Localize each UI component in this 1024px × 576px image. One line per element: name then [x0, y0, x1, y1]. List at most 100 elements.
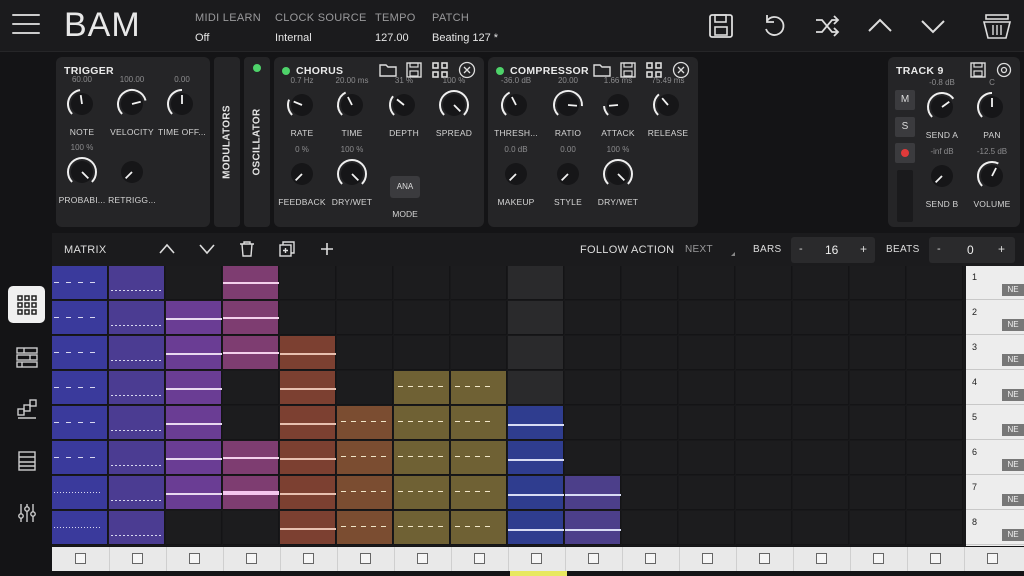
bars-increment-button[interactable]: +: [860, 242, 867, 256]
knob-dry-wet[interactable]: 100 % DRY/WET: [322, 145, 382, 211]
clip-slot[interactable]: [394, 336, 450, 370]
chevron-down-icon[interactable]: [198, 241, 216, 257]
clip-slot[interactable]: [508, 336, 564, 370]
clip-slot[interactable]: [166, 266, 222, 300]
clip-slot[interactable]: [622, 371, 678, 405]
next-action-badge[interactable]: NE: [1002, 354, 1024, 366]
scene-checkbox[interactable]: [816, 553, 827, 564]
clip-slot[interactable]: [52, 371, 108, 405]
clip-slot[interactable]: [679, 371, 735, 405]
clip-slot[interactable]: [394, 441, 450, 475]
clip-slot[interactable]: [337, 476, 393, 510]
clip-slot[interactable]: [337, 371, 393, 405]
clip-slot[interactable]: [736, 476, 792, 510]
clip-slot[interactable]: [280, 301, 336, 335]
follow-action-select[interactable]: NEXT: [685, 244, 713, 255]
clip-slot[interactable]: [565, 266, 621, 300]
clip-slot[interactable]: [280, 441, 336, 475]
next-action-badge[interactable]: NE: [1002, 284, 1024, 296]
beats-decrement-button[interactable]: -: [937, 243, 941, 255]
clip-slot[interactable]: [565, 301, 621, 335]
next-action-badge[interactable]: NE: [1002, 319, 1024, 331]
clip-slot[interactable]: [394, 511, 450, 545]
track-row[interactable]: 8 NE: [966, 511, 1024, 545]
clip-slot[interactable]: [394, 371, 450, 405]
clip-slot[interactable]: [394, 406, 450, 440]
clip-slot[interactable]: [166, 441, 222, 475]
clip-slot[interactable]: [394, 476, 450, 510]
midi-learn-field[interactable]: MIDI LEARN Off: [195, 12, 261, 44]
clip-slot[interactable]: [166, 406, 222, 440]
matrix-view-button[interactable]: [8, 286, 45, 323]
clip-slot[interactable]: [793, 441, 849, 475]
mixer-view-button[interactable]: [8, 494, 45, 531]
clip-slot[interactable]: [622, 406, 678, 440]
sequencer-view-button[interactable]: [8, 338, 45, 375]
trash-icon[interactable]: [238, 240, 256, 258]
clip-slot[interactable]: [565, 476, 621, 510]
clip-slot[interactable]: [109, 266, 165, 300]
knob-time-off[interactable]: 0.00 TIME OFF...: [152, 75, 212, 141]
clip-slot[interactable]: [451, 406, 507, 440]
clip-slot[interactable]: [793, 511, 849, 545]
beats-stepper[interactable]: - 0 +: [929, 237, 1015, 263]
clip-slot[interactable]: [280, 511, 336, 545]
clip-slot[interactable]: [52, 441, 108, 475]
clip-slot[interactable]: [508, 266, 564, 300]
undo-icon[interactable]: [760, 12, 788, 40]
clip-slot[interactable]: [850, 511, 906, 545]
arrange-view-button[interactable]: [8, 390, 45, 427]
clip-slot[interactable]: [451, 441, 507, 475]
clip-slot[interactable]: [280, 406, 336, 440]
clip-slot[interactable]: [679, 301, 735, 335]
chorus-mode-button[interactable]: ANA: [390, 176, 420, 198]
clip-slot[interactable]: [736, 266, 792, 300]
clip-slot[interactable]: [793, 406, 849, 440]
clip-slot[interactable]: [565, 336, 621, 370]
clip-slot[interactable]: [223, 266, 279, 300]
clip-slot[interactable]: [166, 336, 222, 370]
clip-slot[interactable]: [736, 301, 792, 335]
scene-checkbox[interactable]: [702, 553, 713, 564]
clip-slot[interactable]: [508, 371, 564, 405]
track-row[interactable]: 5 NE: [966, 406, 1024, 440]
clip-slot[interactable]: [337, 266, 393, 300]
clip-slot[interactable]: [52, 511, 108, 545]
clip-slot[interactable]: [508, 406, 564, 440]
clip-slot[interactable]: [622, 266, 678, 300]
track-row[interactable]: 2 NE: [966, 301, 1024, 335]
clip-slot[interactable]: [223, 371, 279, 405]
next-action-badge[interactable]: NE: [1002, 529, 1024, 541]
clip-slot[interactable]: [565, 441, 621, 475]
shuffle-icon[interactable]: [813, 12, 841, 40]
clip-slot[interactable]: [451, 511, 507, 545]
clip-slot[interactable]: [793, 266, 849, 300]
scene-checkbox[interactable]: [531, 553, 542, 564]
clip-slot[interactable]: [907, 371, 963, 405]
clip-slot[interactable]: [565, 406, 621, 440]
patch-field[interactable]: PATCH Beating 127 *: [432, 12, 498, 44]
clip-slot[interactable]: [109, 371, 165, 405]
clip-slot[interactable]: [394, 301, 450, 335]
beats-increment-button[interactable]: +: [998, 242, 1005, 256]
clip-slot[interactable]: [166, 476, 222, 510]
tempo-field[interactable]: TEMPO 127.00: [375, 12, 416, 44]
next-action-badge[interactable]: NE: [1002, 389, 1024, 401]
track-row[interactable]: 6 NE: [966, 441, 1024, 475]
scene-checkbox[interactable]: [930, 553, 941, 564]
clip-slot[interactable]: [679, 406, 735, 440]
clip-slot[interactable]: [166, 301, 222, 335]
tab-modulators[interactable]: MODULATORS: [214, 57, 240, 227]
clip-slot[interactable]: [850, 371, 906, 405]
clip-slot[interactable]: [793, 336, 849, 370]
clip-slot[interactable]: [337, 511, 393, 545]
clip-slot[interactable]: [166, 511, 222, 545]
clip-slot[interactable]: [907, 336, 963, 370]
chevron-down-icon[interactable]: [919, 12, 947, 40]
clip-slot[interactable]: [736, 511, 792, 545]
clip-slot[interactable]: [337, 336, 393, 370]
add-icon[interactable]: [318, 240, 336, 258]
clip-slot[interactable]: [850, 266, 906, 300]
clip-slot[interactable]: [280, 266, 336, 300]
scene-checkbox[interactable]: [987, 553, 998, 564]
